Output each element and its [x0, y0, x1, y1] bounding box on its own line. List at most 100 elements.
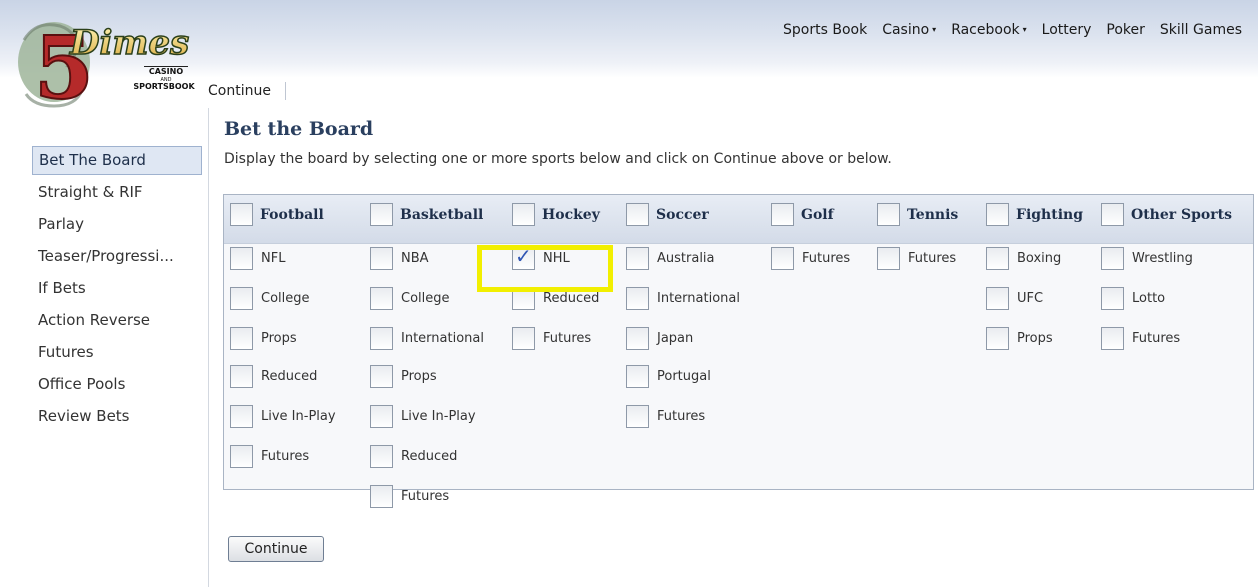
- checkbox-golf[interactable]: [771, 203, 794, 226]
- sidebar-item-office-pools[interactable]: Office Pools: [32, 370, 202, 402]
- chevron-down-icon: ▾: [1022, 25, 1027, 34]
- checkbox-soccer-portugal[interactable]: [626, 365, 649, 388]
- checkbox-soccer-japan[interactable]: [626, 327, 649, 350]
- nav-casino[interactable]: Casino ▾: [882, 22, 936, 38]
- subnav: Continue: [208, 82, 286, 100]
- league-option-hockey-futures: Futures: [512, 327, 591, 350]
- checkbox-basketball-live-in-play[interactable]: [370, 405, 393, 428]
- checkbox-football-reduced[interactable]: [230, 365, 253, 388]
- sport-header-fighting: Fighting: [986, 203, 1083, 226]
- league-option-tennis-futures: Futures: [877, 247, 956, 270]
- checkbox-hockey-reduced[interactable]: [512, 287, 535, 310]
- nav-racebook[interactable]: Racebook ▾: [951, 22, 1026, 38]
- league-option-football-reduced: Reduced: [230, 365, 317, 388]
- nav-poker[interactable]: Poker: [1106, 22, 1145, 38]
- league-option-basketball-college: College: [370, 287, 450, 310]
- league-option-basketball-nba: NBA: [370, 247, 429, 270]
- checkbox-tennis[interactable]: [877, 203, 900, 226]
- page-title: Bet the Board: [224, 118, 374, 140]
- league-label: Reduced: [401, 449, 458, 464]
- league-option-fighting-ufc: UFC: [986, 287, 1043, 310]
- page-description: Display the board by selecting one or mo…: [224, 151, 892, 167]
- checkbox-football-futures[interactable]: [230, 445, 253, 468]
- checkbox-basketball-college[interactable]: [370, 287, 393, 310]
- logo-line1: CASINO: [149, 67, 183, 76]
- sidebar-item-action-reverse[interactable]: Action Reverse: [32, 306, 202, 338]
- checkbox-soccer-australia[interactable]: [626, 247, 649, 270]
- checkbox-basketball-futures[interactable]: [370, 485, 393, 508]
- checkbox-other-sports-futures[interactable]: [1101, 327, 1124, 350]
- league-option-soccer-portugal: Portugal: [626, 365, 711, 388]
- league-label: NHL: [543, 251, 570, 266]
- sport-label: Football: [260, 206, 324, 223]
- sidebar-item-review-bets[interactable]: Review Bets: [32, 402, 202, 434]
- chevron-down-icon: ▾: [932, 25, 937, 34]
- checkbox-soccer[interactable]: [626, 203, 649, 226]
- checkbox-hockey-futures[interactable]: [512, 327, 535, 350]
- nav-label: Skill Games: [1159, 22, 1242, 38]
- league-option-fighting-boxing: Boxing: [986, 247, 1061, 270]
- checkbox-basketball-reduced[interactable]: [370, 445, 393, 468]
- league-option-hockey-nhl: ✓ NHL: [512, 244, 570, 270]
- league-label: Futures: [908, 251, 957, 266]
- sidebar-item-futures[interactable]: Futures: [32, 338, 202, 370]
- checkbox-football-college[interactable]: [230, 287, 253, 310]
- checkbox-hockey-nhl[interactable]: ✓: [512, 244, 535, 270]
- league-label: Reduced: [543, 291, 600, 306]
- sport-label: Golf: [801, 206, 834, 223]
- sidebar-item-if-bets[interactable]: If Bets: [32, 274, 202, 306]
- sidebar-item-teaser-progressi[interactable]: Teaser/Progressi...: [32, 242, 202, 274]
- league-option-basketball-international: International: [370, 327, 484, 350]
- checkbox-basketball-international[interactable]: [370, 327, 393, 350]
- checkbox-golf-futures[interactable]: [771, 247, 794, 270]
- continue-button[interactable]: Continue: [228, 536, 324, 562]
- checkbox-soccer-international[interactable]: [626, 287, 649, 310]
- sport-label: Basketball: [400, 206, 484, 223]
- checkbox-football-props[interactable]: [230, 327, 253, 350]
- checkbox-soccer-futures[interactable]: [626, 405, 649, 428]
- nav-label: Sports Book: [783, 22, 868, 38]
- nav-label: Racebook: [951, 22, 1020, 38]
- sport-header-tennis: Tennis: [877, 203, 958, 226]
- league-label: College: [401, 291, 450, 306]
- league-option-football-college: College: [230, 287, 310, 310]
- checkbox-other-sports-lotto[interactable]: [1101, 287, 1124, 310]
- checkbox-tennis-futures[interactable]: [877, 247, 900, 270]
- league-label: Futures: [802, 251, 851, 266]
- league-option-other-sports-lotto: Lotto: [1101, 287, 1165, 310]
- nav-skill-games[interactable]: Skill Games: [1160, 22, 1242, 38]
- nav-sports-book[interactable]: Sports Book: [783, 22, 867, 38]
- league-label: Props: [401, 369, 437, 384]
- league-option-basketball-live-in-play: Live In-Play: [370, 405, 476, 428]
- league-option-football-nfl: NFL: [230, 247, 285, 270]
- checkbox-other-sports[interactable]: [1101, 203, 1124, 226]
- sport-label: Hockey: [542, 206, 600, 223]
- top-navigation: Sports Book Casino ▾ Racebook ▾ Lottery Poker S…: [783, 22, 1242, 38]
- league-option-golf-futures: Futures: [771, 247, 850, 270]
- league-option-soccer-japan: Japan: [626, 327, 693, 350]
- checkbox-football[interactable]: [230, 203, 253, 226]
- content-divider: [208, 108, 209, 587]
- checkbox-football-live-in-play[interactable]: [230, 405, 253, 428]
- sport-header-golf: Golf: [771, 203, 834, 226]
- nav-label: Lottery: [1041, 22, 1092, 38]
- league-option-hockey-reduced: Reduced: [512, 287, 599, 310]
- checkbox-football-nfl[interactable]: [230, 247, 253, 270]
- sidebar-item-bet-the-board[interactable]: Bet The Board: [32, 146, 202, 175]
- checkbox-basketball-props[interactable]: [370, 365, 393, 388]
- checkbox-fighting[interactable]: [986, 203, 1009, 226]
- continue-link[interactable]: Continue: [208, 83, 271, 99]
- nav-lottery[interactable]: Lottery: [1042, 22, 1092, 38]
- sidebar-item-straight-rif[interactable]: Straight & RIF: [32, 178, 202, 210]
- league-label: Australia: [657, 251, 715, 266]
- sidebar-item-parlay[interactable]: Parlay: [32, 210, 202, 242]
- checkbox-basketball-nba[interactable]: [370, 247, 393, 270]
- league-option-football-live-in-play: Live In-Play: [230, 405, 336, 428]
- checkbox-hockey[interactable]: [512, 203, 535, 226]
- checkbox-fighting-props[interactable]: [986, 327, 1009, 350]
- checkbox-fighting-boxing[interactable]: [986, 247, 1009, 270]
- checkbox-basketball[interactable]: [370, 203, 393, 226]
- checkbox-other-sports-wrestling[interactable]: [1101, 247, 1124, 270]
- league-label: NBA: [401, 251, 429, 266]
- checkbox-fighting-ufc[interactable]: [986, 287, 1009, 310]
